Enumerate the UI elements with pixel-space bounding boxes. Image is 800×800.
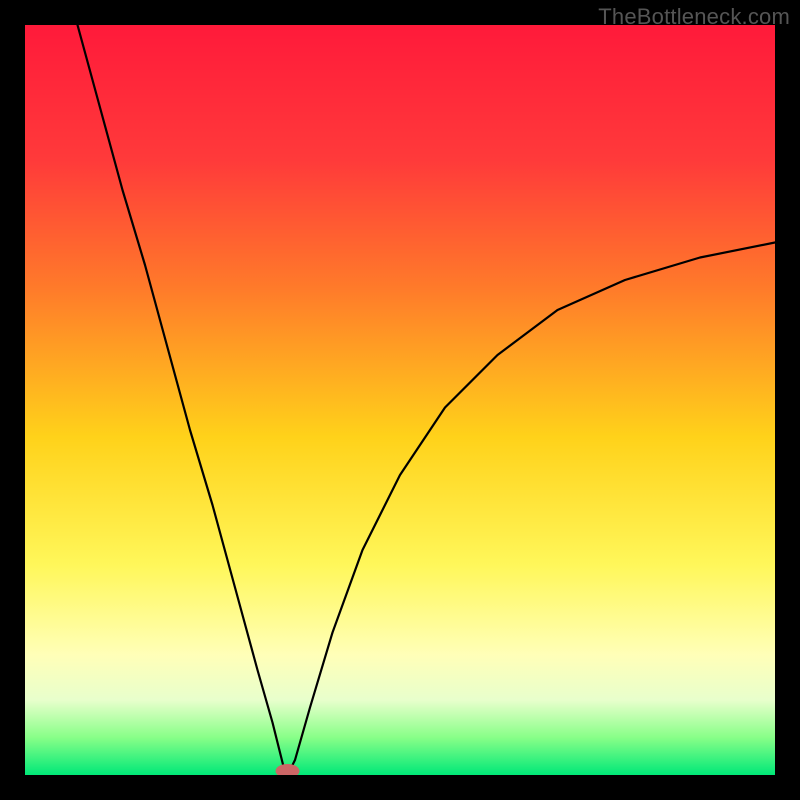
chart-background bbox=[25, 25, 775, 775]
watermark-text: TheBottleneck.com bbox=[598, 4, 790, 30]
chart-svg bbox=[25, 25, 775, 775]
chart-frame: TheBottleneck.com bbox=[0, 0, 800, 800]
chart-plot-area bbox=[25, 25, 775, 775]
